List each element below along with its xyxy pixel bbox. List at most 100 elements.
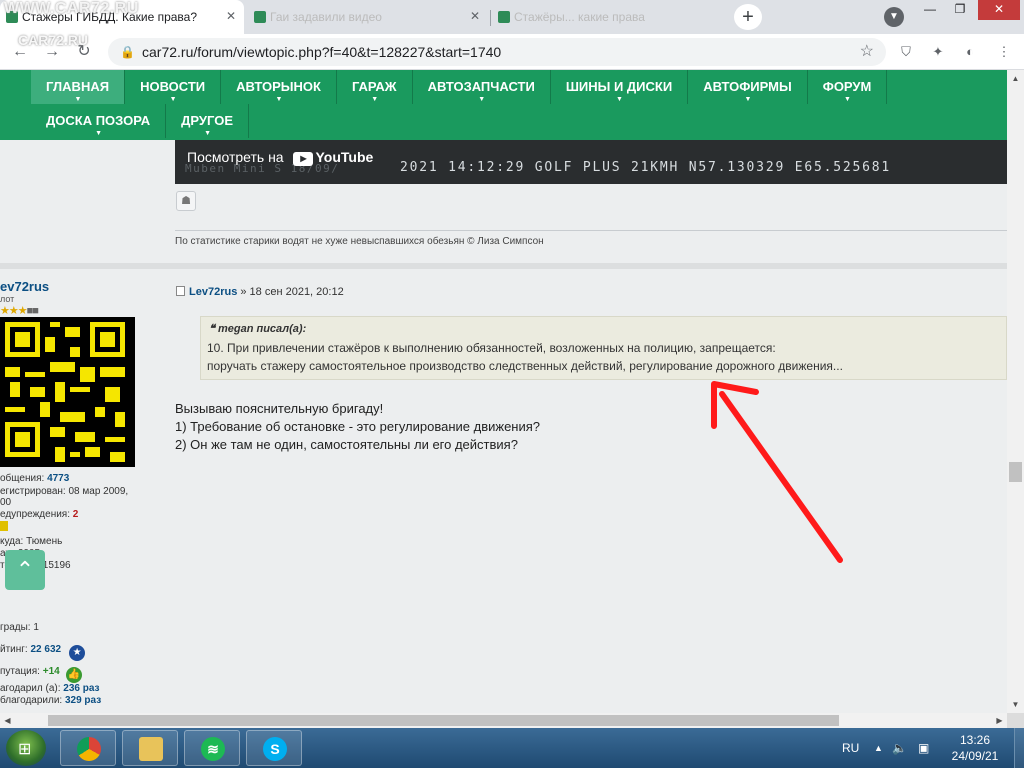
nav-item-1[interactable]: ГЛАВНАЯ ▼ [31, 70, 126, 104]
nav-item-label: ГАРАЖ [351, 79, 397, 94]
author-reputation: путация: +14 👍 [0, 666, 82, 683]
close-icon[interactable]: ✕ [226, 9, 236, 23]
youtube-logo: ▶ YouTube [293, 149, 373, 166]
nav-item-10[interactable]: ДРУГОЕ ▼ [166, 104, 249, 138]
chrome-taskbar-button[interactable] [60, 730, 116, 766]
post-line: Вызываю пояснительную бригаду! [175, 401, 384, 416]
watermark: WWW.CAR72.RU [4, 0, 139, 17]
post-icon [176, 286, 185, 296]
profile-icon[interactable]: ◐ [960, 42, 980, 62]
scrollbar-corner [1007, 713, 1024, 728]
nav-item-label: АВТОРЫНОК [236, 79, 321, 94]
scroll-to-top-button[interactable]: ⌃ [5, 550, 45, 590]
author-messages: общения: 4773 [0, 473, 70, 484]
vertical-scrollbar[interactable]: ▲ ▼ [1007, 70, 1024, 713]
quote-header: ❝ megan писал(а): [209, 323, 307, 335]
rank-stars: ★★★■■ [0, 305, 39, 317]
nav-item-9[interactable]: ДОСКА ПОЗОРА ▼ [31, 104, 167, 138]
minimize-button[interactable]: — [916, 0, 944, 20]
clock-time: 13:26 [959, 733, 991, 747]
nav-item-7[interactable]: АВТОФИРМЫ ▼ [688, 70, 808, 104]
show-desktop-button[interactable] [1014, 728, 1024, 768]
chevron-down-icon: ▼ [478, 96, 486, 103]
maximize-button[interactable]: ❐ [946, 0, 974, 20]
bookmark-star-icon[interactable]: ☆ [860, 38, 874, 66]
author-from: куда: Тюмень [0, 536, 63, 547]
post-line: 1) Требование об остановке - это регулир… [175, 419, 541, 434]
post-header: Lev72rus » 18 сен 2021, 20:12 [176, 286, 344, 298]
tab-search-icon[interactable]: ▼ [884, 7, 904, 27]
scroll-left-icon[interactable]: ◀ [0, 713, 15, 728]
skype-taskbar-button[interactable]: S [246, 730, 302, 766]
close-window-button[interactable]: ✕ [978, 0, 1020, 20]
author-thanked: агодарил (а): 236 раз [0, 683, 100, 694]
spotify-taskbar-button[interactable]: ≋ [184, 730, 240, 766]
post-author-link[interactable]: Lev72rus [189, 286, 237, 298]
nav-item-5[interactable]: АВТОЗАПЧАСТИ ▼ [413, 70, 551, 104]
nav-item-label: ШИНЫ И ДИСКИ [565, 79, 673, 94]
nav-item-label: АВТОЗАПЧАСТИ [427, 79, 535, 94]
address-bar[interactable]: 🔒 car72.ru/forum/viewtopic.php?f=40&t=12… [108, 38, 886, 66]
chevron-down-icon: ▼ [169, 96, 177, 103]
tray-expand-icon[interactable]: ▲ [874, 728, 883, 768]
nav-item-2[interactable]: НОВОСТИ ▼ [125, 70, 222, 104]
new-tab-button[interactable]: + [734, 4, 762, 30]
android-icon[interactable]: ☗ [176, 191, 196, 211]
browser-toolbar: ← → ↻ 🔒 car72.ru/forum/viewtopic.php?f=4… [0, 34, 1024, 70]
scroll-up-icon[interactable]: ▲ [1007, 70, 1024, 87]
nav-item-label: ГЛАВНАЯ [46, 79, 110, 94]
shield-extension-icon[interactable]: ⛉ [896, 42, 916, 62]
nav-item-6[interactable]: ШИНЫ И ДИСКИ ▼ [551, 70, 689, 104]
url-text: car72.ru/forum/viewtopic.php?f=40&t=1282… [142, 44, 502, 60]
qr-code-avatar [0, 317, 135, 467]
network-icon[interactable]: ▣ [918, 728, 929, 768]
author-rank: лот [0, 294, 15, 304]
thumbs-up-icon[interactable]: 👍 [65, 667, 82, 683]
explorer-taskbar-button[interactable] [122, 730, 178, 766]
author-registered: егистрирован: 08 мар 2009, [0, 486, 129, 497]
lock-icon: 🔒 [120, 45, 135, 59]
chevron-down-icon: ▼ [844, 96, 851, 103]
chevron-down-icon: ▼ [74, 96, 82, 103]
post-divider [0, 263, 1007, 269]
chevron-down-icon: ▼ [275, 96, 283, 103]
quote-line: поручать стажеру самостоятельное произво… [207, 359, 843, 373]
author-registered-time: 00 [0, 497, 12, 508]
forum-content: Muben Mini S 18/09/ 2021 14:12:29 GOLF P… [0, 140, 1007, 713]
author-awards: грады: 1 [0, 622, 39, 633]
language-indicator[interactable]: RU [842, 728, 859, 768]
horizontal-scrollbar[interactable]: ◀ ▶ [0, 713, 1007, 728]
menu-icon[interactable]: ⋮ [994, 42, 1014, 62]
extensions-puzzle-icon[interactable]: ✦ [928, 42, 948, 62]
tab-3[interactable]: Стажёры... какие права [492, 0, 728, 34]
horizontal-scroll-thumb[interactable] [48, 715, 839, 726]
author-rating: йтинг: 22 632 ★ [0, 644, 86, 661]
watch-on-youtube[interactable]: Посмотреть на ▶ YouTube [187, 149, 373, 166]
nav-item-8[interactable]: ФОРУМ ▼ [808, 70, 888, 104]
scroll-right-icon[interactable]: ▶ [992, 713, 1007, 728]
start-button[interactable]: ⊞ [6, 730, 46, 766]
author-name[interactable]: ev72rus [0, 279, 49, 294]
tab-2[interactable]: Гаи задавили видео ✕ [248, 0, 488, 34]
author-warnings: едупреждения: 2 [0, 509, 79, 520]
tab-strip: Стажеры ГИБДД. Какие права? ✕ Гаи задави… [0, 0, 1024, 34]
favicon-icon [254, 11, 266, 23]
quote-block: ❝ megan писал(а): 10. При привлечении ст… [200, 316, 1007, 380]
post-date: » 18 сен 2021, 20:12 [240, 286, 344, 298]
chevron-down-icon: ▼ [616, 96, 623, 103]
system-clock[interactable]: 13:26 24/09/21 [940, 732, 1010, 764]
clock-date: 24/09/21 [951, 749, 999, 763]
watermark-small: CAR72.RU [18, 32, 89, 48]
author-was-thanked: благодарили: 329 раз [0, 695, 102, 706]
scroll-down-icon[interactable]: ▼ [1007, 696, 1024, 713]
windows-logo-icon: ⊞ [18, 741, 32, 758]
video-embed[interactable]: Muben Mini S 18/09/ 2021 14:12:29 GOLF P… [175, 140, 1007, 184]
close-icon[interactable]: ✕ [470, 9, 480, 23]
nav-item-4[interactable]: ГАРАЖ ▼ [337, 70, 413, 104]
nav-item-label: НОВОСТИ [140, 79, 206, 94]
volume-icon[interactable]: 🔈 [892, 728, 907, 768]
nav-item-3[interactable]: АВТОРЫНОК ▼ [221, 70, 337, 104]
chevron-down-icon: ▼ [744, 96, 752, 103]
vertical-scroll-thumb[interactable] [1009, 462, 1022, 482]
play-icon: ▶ [293, 152, 314, 166]
